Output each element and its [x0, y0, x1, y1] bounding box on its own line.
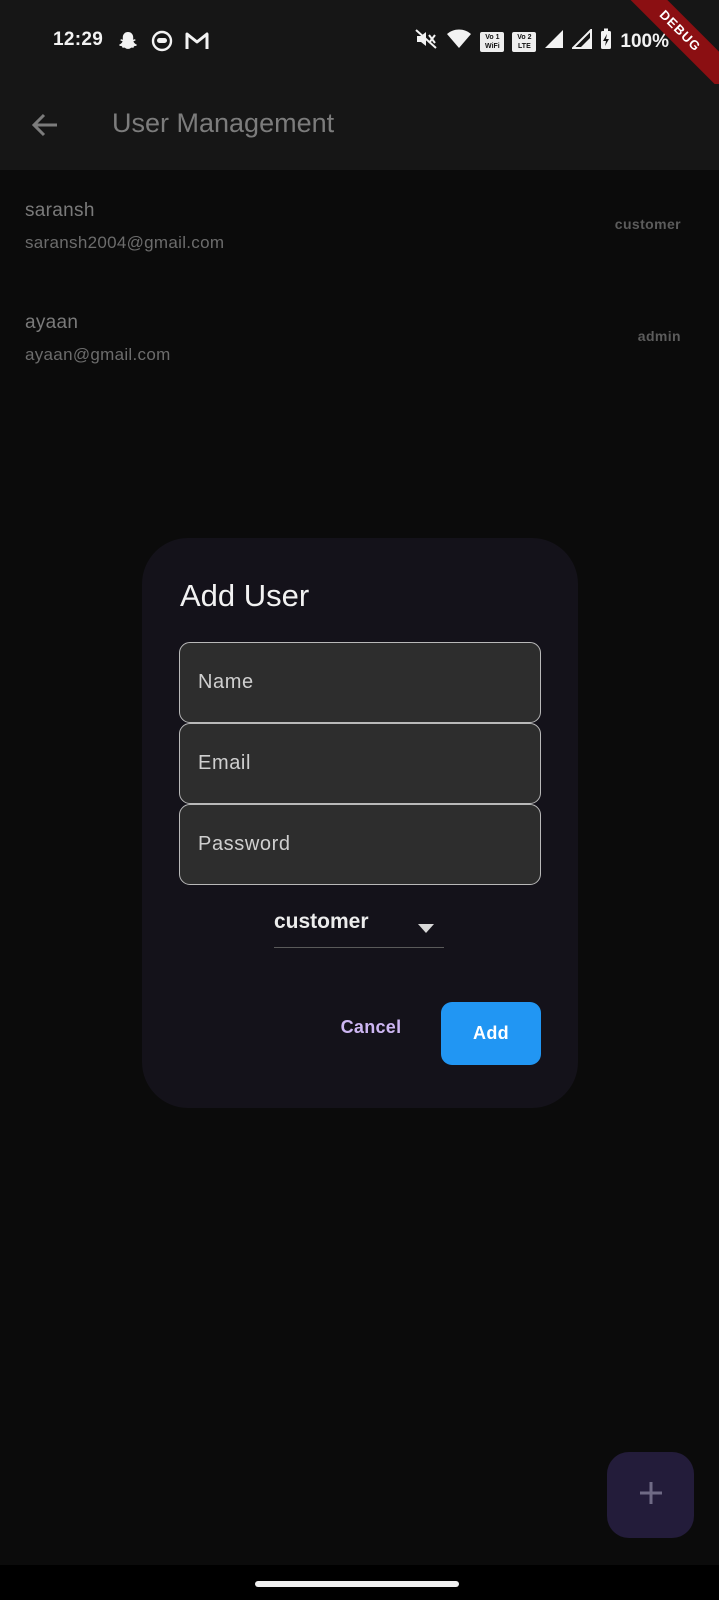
arrow-back-icon	[31, 112, 59, 143]
add-user-fab[interactable]	[607, 1452, 694, 1538]
dropdown-arrow-icon	[418, 921, 434, 939]
user-role: customer	[614, 216, 681, 232]
ghost-app-icon	[151, 30, 173, 57]
vo-lte-badge: Vo 2 LTE	[512, 31, 537, 52]
notification-icons	[117, 30, 209, 57]
user-role: admin	[637, 328, 681, 344]
page-title: User Management	[112, 108, 335, 138]
status-time: 12:29	[53, 29, 104, 50]
vo-wifi-badge: Vo 1 WiFi	[480, 31, 505, 52]
gmail-icon	[185, 31, 209, 56]
add-user-dialog: Add User customer Cancel Add	[142, 538, 578, 1108]
role-selected-value: customer	[274, 910, 369, 933]
user-email: ayaan@gmail.com	[25, 345, 171, 364]
password-field[interactable]	[180, 805, 540, 884]
back-button[interactable]	[22, 104, 68, 150]
password-field-container	[179, 804, 541, 885]
role-dropdown[interactable]: customer	[274, 906, 444, 948]
system-status-icons: Vo 1 WiFi Vo 2 LTE 100%	[414, 27, 669, 55]
signal-2-icon	[570, 27, 593, 54]
signal-1-icon	[544, 29, 564, 54]
cancel-button[interactable]: Cancel	[328, 1004, 414, 1050]
navigation-bar	[0, 1565, 719, 1600]
app-bar: User Management	[0, 84, 719, 170]
email-field[interactable]	[180, 724, 540, 803]
snapchat-icon	[117, 30, 139, 57]
app-screen: 12:29 Vo 1 WiFi Vo 2 LTE 100% DEBUG User…	[0, 0, 719, 1600]
name-field[interactable]	[180, 643, 540, 722]
list-item[interactable]: ayaan ayaan@gmail.com admin	[0, 282, 719, 392]
user-name: ayaan	[25, 312, 79, 333]
dialog-title: Add User	[180, 578, 310, 613]
mute-icon	[414, 28, 438, 55]
email-field-container	[179, 723, 541, 804]
status-bar: 12:29 Vo 1 WiFi Vo 2 LTE 100% DEBUG	[0, 0, 719, 94]
battery-percentage: 100%	[620, 30, 669, 52]
wifi-icon	[446, 29, 472, 54]
user-email: saransh2004@gmail.com	[25, 233, 225, 252]
list-item[interactable]: saransh saransh2004@gmail.com customer	[0, 170, 719, 280]
name-field-container	[179, 642, 541, 723]
plus-icon	[638, 1480, 664, 1511]
add-button[interactable]: Add	[441, 1002, 541, 1065]
battery-charging-icon	[600, 28, 612, 55]
home-gesture-handle[interactable]	[255, 1581, 459, 1587]
user-name: saransh	[25, 200, 95, 221]
